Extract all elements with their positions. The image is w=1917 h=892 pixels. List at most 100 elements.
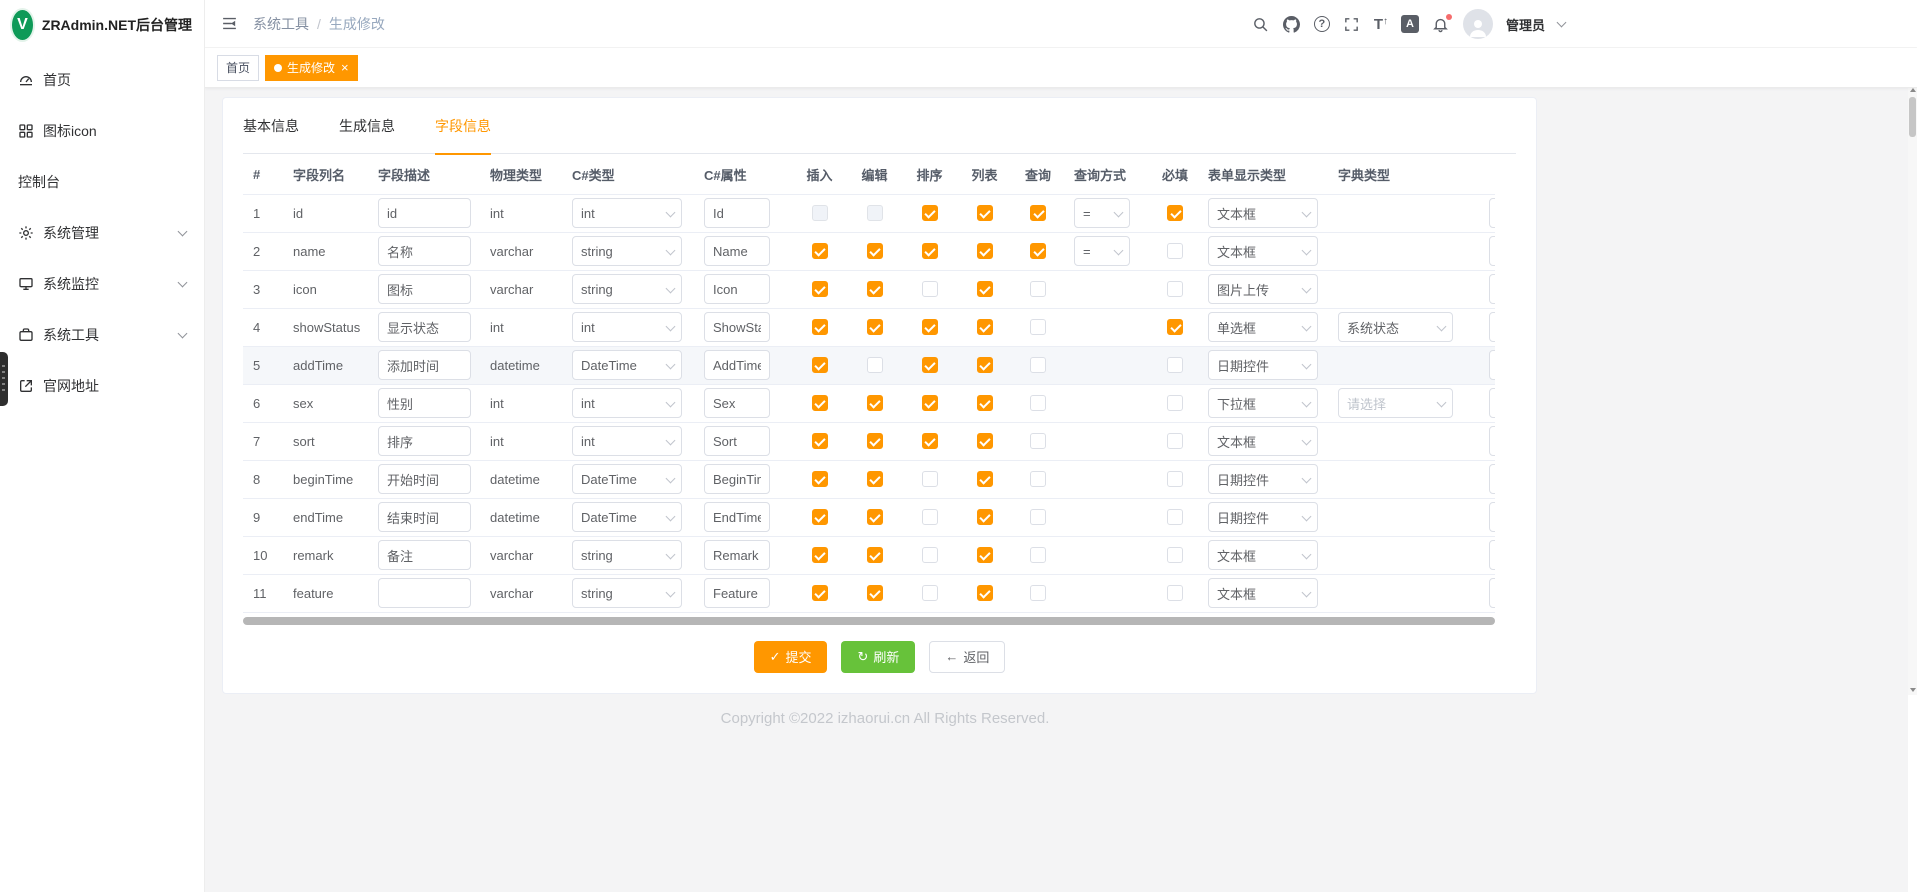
sidebar-item-console[interactable]: 控制台: [0, 156, 204, 207]
checkbox-required[interactable]: [1167, 319, 1183, 335]
checkbox-insert[interactable]: [812, 509, 828, 525]
checkbox-query[interactable]: [1030, 585, 1046, 601]
checkbox-edit[interactable]: [867, 509, 883, 525]
checkbox-required[interactable]: [1167, 281, 1183, 297]
checkbox-sort[interactable]: [922, 281, 938, 297]
display-type-select[interactable]: 图片上传: [1208, 274, 1318, 304]
horizontal-scrollbar[interactable]: [243, 617, 1495, 625]
extra-input[interactable]: [1489, 388, 1495, 418]
sidebar-item-system-monitor[interactable]: 系统监控: [0, 258, 204, 309]
checkbox-edit[interactable]: [867, 471, 883, 487]
field-desc-input[interactable]: [378, 540, 471, 570]
checkbox-list[interactable]: [977, 243, 993, 259]
checkbox-sort[interactable]: [922, 509, 938, 525]
checkbox-insert[interactable]: [812, 547, 828, 563]
extra-input[interactable]: [1489, 578, 1495, 608]
cs-type-select[interactable]: DateTime: [572, 350, 682, 380]
field-desc-input[interactable]: [378, 274, 471, 304]
font-size-icon[interactable]: T↑: [1374, 17, 1388, 32]
scrollbar-thumb[interactable]: [1909, 97, 1916, 137]
checkbox-required[interactable]: [1167, 585, 1183, 601]
cs-prop-input[interactable]: [704, 502, 770, 532]
extra-input[interactable]: [1489, 426, 1495, 456]
field-desc-input[interactable]: [378, 502, 471, 532]
checkbox-insert[interactable]: [812, 243, 828, 259]
extra-input[interactable]: [1489, 312, 1495, 342]
field-desc-input[interactable]: [378, 464, 471, 494]
sidebar-item-official-site[interactable]: 官网地址: [0, 360, 204, 411]
breadcrumb-item[interactable]: 系统工具: [253, 14, 309, 34]
username[interactable]: 管理员: [1506, 15, 1545, 34]
back-button[interactable]: ← 返回: [929, 641, 1005, 673]
sidebar-item-system-tools[interactable]: 系统工具: [0, 309, 204, 360]
cs-prop-input[interactable]: [704, 198, 770, 228]
display-type-select[interactable]: 下拉框: [1208, 388, 1318, 418]
extra-input[interactable]: [1489, 198, 1495, 228]
extra-input[interactable]: [1489, 350, 1495, 380]
dict-type-select[interactable]: 系统状态: [1338, 312, 1453, 342]
checkbox-insert[interactable]: [812, 433, 828, 449]
cs-type-select[interactable]: int: [572, 388, 682, 418]
checkbox-query[interactable]: [1030, 471, 1046, 487]
extra-input[interactable]: [1489, 274, 1495, 304]
display-type-select[interactable]: 文本框: [1208, 426, 1318, 456]
language-icon[interactable]: A: [1401, 15, 1419, 33]
checkbox-list[interactable]: [977, 357, 993, 373]
extra-input[interactable]: [1489, 502, 1495, 532]
display-type-select[interactable]: 日期控件: [1208, 502, 1318, 532]
checkbox-list[interactable]: [977, 205, 993, 221]
cs-prop-input[interactable]: [704, 236, 770, 266]
checkbox-edit[interactable]: [867, 243, 883, 259]
field-desc-input[interactable]: [378, 350, 471, 380]
checkbox-required[interactable]: [1167, 205, 1183, 221]
checkbox-list[interactable]: [977, 319, 993, 335]
display-type-select[interactable]: 日期控件: [1208, 464, 1318, 494]
checkbox-required[interactable]: [1167, 509, 1183, 525]
checkbox-insert[interactable]: [812, 471, 828, 487]
field-desc-input[interactable]: [378, 578, 471, 608]
extra-input[interactable]: [1489, 540, 1495, 570]
display-type-select[interactable]: 文本框: [1208, 540, 1318, 570]
tag-home[interactable]: 首页: [217, 55, 259, 81]
display-type-select[interactable]: 文本框: [1208, 578, 1318, 608]
fullscreen-icon[interactable]: [1343, 15, 1361, 33]
display-type-select[interactable]: 文本框: [1208, 198, 1318, 228]
scroll-down-arrow[interactable]: [1908, 685, 1917, 695]
checkbox-query[interactable]: [1030, 205, 1046, 221]
checkbox-query[interactable]: [1030, 395, 1046, 411]
checkbox-insert[interactable]: [812, 319, 828, 335]
checkbox-edit[interactable]: [867, 319, 883, 335]
checkbox-insert[interactable]: [812, 357, 828, 373]
cs-type-select[interactable]: DateTime: [572, 502, 682, 532]
checkbox-sort[interactable]: [922, 547, 938, 563]
checkbox-list[interactable]: [977, 281, 993, 297]
checkbox-query[interactable]: [1030, 357, 1046, 373]
drawer-handle[interactable]: [0, 352, 8, 406]
tab-basic-info[interactable]: 基本信息: [243, 116, 299, 154]
cs-type-select[interactable]: int: [572, 198, 682, 228]
checkbox-required[interactable]: [1167, 357, 1183, 373]
help-icon[interactable]: ?: [1314, 16, 1330, 32]
field-desc-input[interactable]: [378, 198, 471, 228]
checkbox-query[interactable]: [1030, 243, 1046, 259]
checkbox-edit[interactable]: [867, 395, 883, 411]
tab-gen-info[interactable]: 生成信息: [339, 116, 395, 154]
dict-type-select[interactable]: 请选择: [1338, 388, 1453, 418]
checkbox-insert[interactable]: [812, 281, 828, 297]
checkbox-query[interactable]: [1030, 547, 1046, 563]
tab-field-info[interactable]: 字段信息: [435, 116, 491, 154]
checkbox-query[interactable]: [1030, 319, 1046, 335]
query-type-select[interactable]: =: [1074, 198, 1130, 228]
checkbox-insert[interactable]: [812, 585, 828, 601]
cs-prop-input[interactable]: [704, 426, 770, 456]
checkbox-query[interactable]: [1030, 433, 1046, 449]
checkbox-sort[interactable]: [922, 243, 938, 259]
cs-prop-input[interactable]: [704, 350, 770, 380]
checkbox-list[interactable]: [977, 433, 993, 449]
checkbox-sort[interactable]: [922, 395, 938, 411]
cs-prop-input[interactable]: [704, 274, 770, 304]
cs-type-select[interactable]: string: [572, 274, 682, 304]
vertical-scrollbar[interactable]: [1908, 85, 1917, 695]
extra-input[interactable]: [1489, 464, 1495, 494]
checkbox-insert[interactable]: [812, 205, 828, 221]
